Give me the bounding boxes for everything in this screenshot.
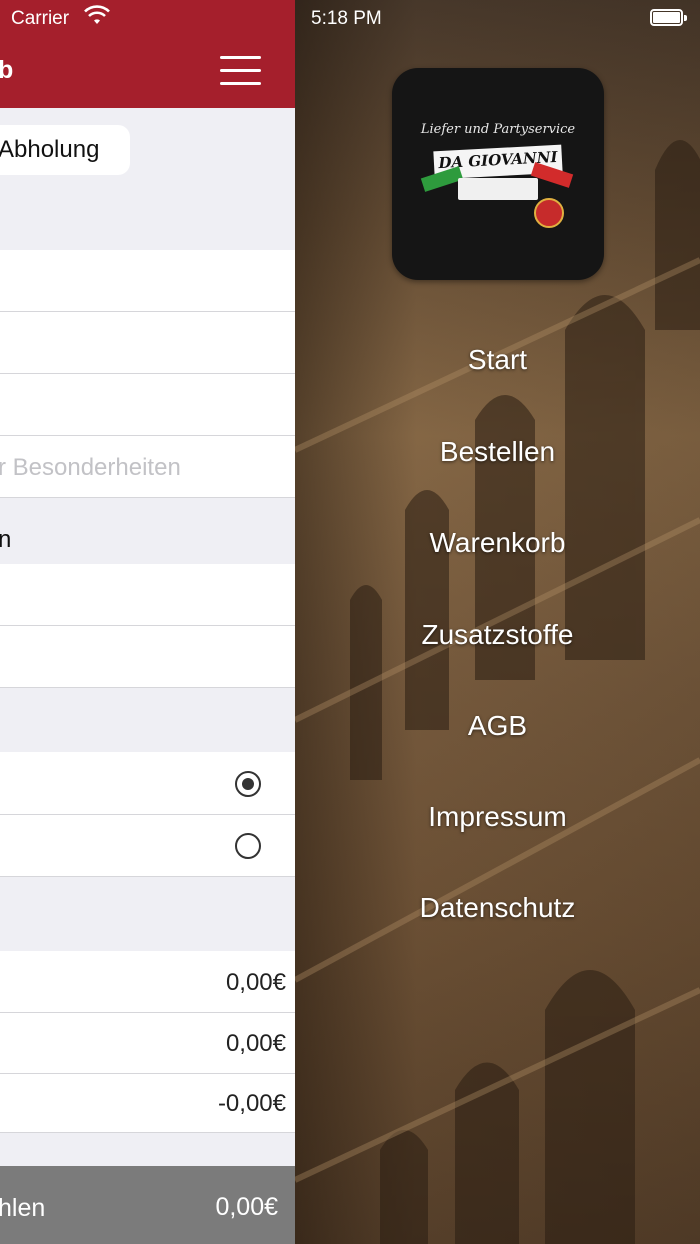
pay-label: hlen	[0, 1194, 46, 1222]
total-row: 0,00€	[0, 1013, 295, 1074]
form-field-row[interactable]	[0, 564, 295, 626]
nav-title: b	[0, 56, 14, 84]
pickup-segment-button[interactable]: Abholung	[0, 125, 130, 175]
battery-icon	[650, 9, 687, 26]
payment-option-row[interactable]	[0, 752, 295, 815]
payment-option-row[interactable]	[0, 815, 295, 877]
logo-sub-banner	[458, 178, 538, 200]
navigation-bar: b	[0, 36, 295, 108]
menu-item-datenschutz[interactable]: Datenschutz	[295, 892, 700, 924]
note-placeholder: r Besonderheiten	[0, 454, 181, 481]
side-menu: 5:18 PM Liefer und Partyservice DA GIOVA…	[295, 0, 700, 1244]
total-row: -0,00€	[0, 1074, 295, 1133]
total-value: -0,00€	[217, 1090, 286, 1117]
total-row: 0,00€	[0, 951, 295, 1013]
radio-unselected-icon[interactable]	[235, 833, 261, 859]
main-screen: Carrier b Abholung r Besonderheiten n 0,…	[0, 0, 295, 1244]
section-header: n	[0, 498, 295, 564]
status-bar: Carrier	[0, 0, 295, 36]
note-field[interactable]: r Besonderheiten	[0, 436, 295, 498]
section-header	[0, 877, 295, 951]
radio-selected-icon[interactable]	[235, 771, 261, 797]
form-field-row[interactable]	[0, 312, 295, 374]
form-field-row[interactable]	[0, 626, 295, 688]
form-field-row[interactable]	[0, 250, 295, 312]
logo-tagline: Liefer und Partyservice	[420, 122, 576, 137]
pay-button[interactable]: hlen 0,00€	[0, 1166, 295, 1244]
menu-item-agb[interactable]: AGB	[295, 710, 700, 742]
menu-item-start[interactable]: Start	[295, 344, 700, 376]
total-value: 0,00€	[225, 1030, 286, 1057]
restaurant-logo: Liefer und Partyservice DA GIOVANNI	[392, 68, 604, 280]
section-label: n	[0, 526, 12, 553]
menu-item-impressum[interactable]: Impressum	[295, 801, 700, 833]
status-bar: 5:18 PM	[295, 0, 700, 36]
pay-amount: 0,00€	[215, 1193, 278, 1221]
wifi-icon	[84, 5, 110, 32]
menu-item-zusatzstoffe[interactable]: Zusatzstoffe	[295, 619, 700, 651]
section-header	[0, 190, 295, 250]
pickup-segment-label: Abholung	[0, 136, 100, 163]
form-field-row[interactable]	[0, 374, 295, 436]
status-time: 5:18 PM	[311, 8, 382, 29]
menu-item-warenkorb[interactable]: Warenkorb	[295, 527, 700, 559]
hamburger-menu-icon[interactable]	[220, 56, 261, 86]
section-header	[0, 688, 295, 752]
total-value: 0,00€	[225, 969, 286, 996]
menu-item-bestellen[interactable]: Bestellen	[295, 436, 700, 468]
carrier-label: Carrier	[11, 8, 70, 29]
logo-seal-icon	[534, 198, 564, 228]
